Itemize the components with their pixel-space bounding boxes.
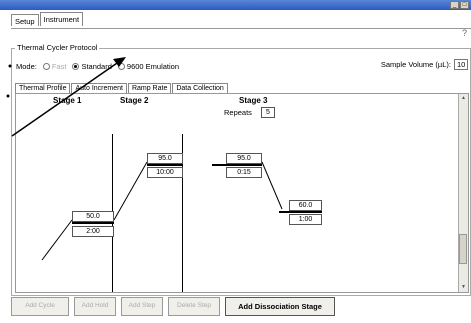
minimize-button[interactable]: _ xyxy=(450,1,459,9)
mode-9600-label: 9600 Emulation xyxy=(126,62,180,71)
protocol-title: Thermal Cycler Protocol xyxy=(15,43,100,52)
hold-bar[interactable] xyxy=(72,222,114,224)
temperature-profile-lines xyxy=(41,161,283,261)
top-tab-bar: Setup Instrument xyxy=(11,12,84,28)
scroll-down-icon[interactable]: ▼ xyxy=(459,283,468,292)
maximize-button[interactable]: □ xyxy=(460,1,469,9)
mode-standard-label: Standard xyxy=(81,62,112,71)
tab-thermal-profile[interactable]: Thermal Profile xyxy=(15,83,71,93)
mode-label: Mode: xyxy=(16,62,37,71)
sample-volume: Sample Volume (µL): 10 xyxy=(381,59,468,70)
stage-3-step-1-temp[interactable]: 95.0 xyxy=(226,153,262,164)
tab-data-collection[interactable]: Data Collection xyxy=(172,83,228,93)
help-icon[interactable]: ? xyxy=(462,28,467,38)
sample-volume-label: Sample Volume (µL): xyxy=(380,60,451,69)
add-cycle-button[interactable]: Add Cycle xyxy=(11,297,69,316)
mode-9600-radio[interactable] xyxy=(117,63,125,70)
tab-instrument[interactable]: Instrument xyxy=(39,12,84,26)
hold-bar[interactable] xyxy=(212,164,262,166)
mode-standard-radio[interactable] xyxy=(72,63,80,70)
mode-fast-label: Fast xyxy=(51,62,67,71)
stage-2-time[interactable]: 10:00 xyxy=(147,167,183,178)
stage-2-temp[interactable]: 95.0 xyxy=(147,153,183,164)
thermal-profile-panel: Stage 1 Stage 2 Stage 3 Repeats 5 50.0 2… xyxy=(15,93,469,293)
tab-auto-increment[interactable]: Auto Increment xyxy=(71,83,127,93)
thermal-cycler-protocol-group: Thermal Cycler Protocol Mode: Fast Stand… xyxy=(11,43,471,296)
profile-tab-bar: Thermal Profile Auto Increment Ramp Rate… xyxy=(15,83,229,93)
tab-setup[interactable]: Setup xyxy=(11,14,39,26)
stage-1-time[interactable]: 2:00 xyxy=(72,226,114,237)
add-step-button[interactable]: Add Step xyxy=(121,297,163,316)
ramp-line xyxy=(261,161,283,210)
add-hold-button[interactable]: Add Hold xyxy=(74,297,116,316)
stage-1-temp[interactable]: 50.0 xyxy=(72,211,114,222)
tab-ramp-rate[interactable]: Ramp Rate xyxy=(127,83,172,93)
action-button-bar: Add Cycle Add Hold Add Step Delete Step … xyxy=(11,297,335,316)
ramp-line xyxy=(113,161,148,221)
scroll-thumb[interactable] xyxy=(459,234,467,264)
stage-3-step-1-time[interactable]: 0:15 xyxy=(226,167,262,178)
mode-selector: Mode: Fast Standard 9600 Emulation xyxy=(16,62,179,71)
hold-bar[interactable] xyxy=(147,164,183,166)
stage-3-step-2-time[interactable]: 1:00 xyxy=(289,214,322,225)
vertical-scrollbar[interactable]: ▲ ▼ xyxy=(458,94,468,292)
mode-fast-radio[interactable] xyxy=(42,63,50,70)
stage-3-step-2-temp[interactable]: 60.0 xyxy=(289,200,322,211)
sample-volume-input[interactable]: 10 xyxy=(454,59,468,70)
app-window: Setup Instrument ? Thermal Cycler Protoc… xyxy=(0,10,471,323)
window-controls: _ □ xyxy=(450,1,469,9)
tab-divider xyxy=(11,28,471,29)
delete-step-button[interactable]: Delete Step xyxy=(168,297,220,316)
add-dissociation-stage-button[interactable]: Add Dissociation Stage xyxy=(225,297,335,316)
scroll-up-icon[interactable]: ▲ xyxy=(459,94,468,103)
hold-bar[interactable] xyxy=(279,211,322,213)
ramp-line xyxy=(41,219,73,261)
window-titlebar: _ □ xyxy=(0,0,471,10)
